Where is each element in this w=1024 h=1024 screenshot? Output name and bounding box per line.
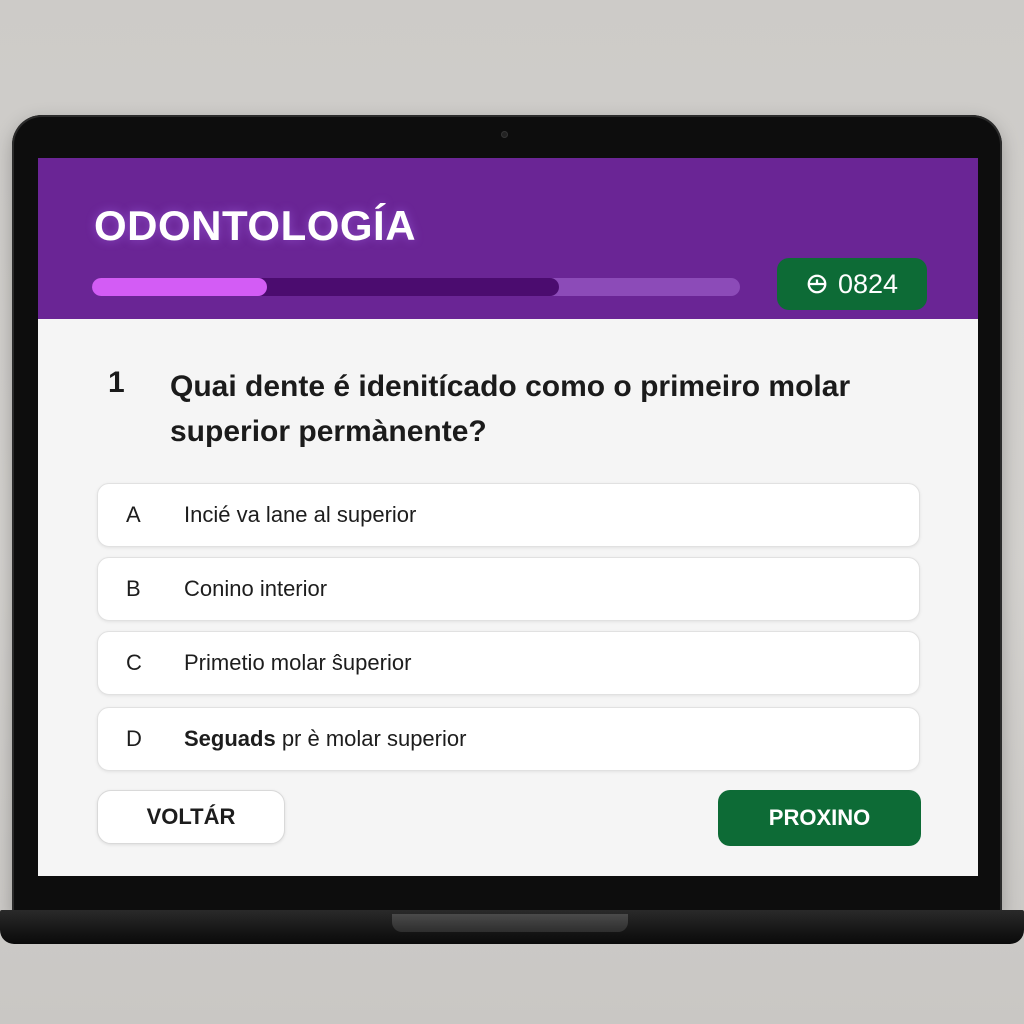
option-d[interactable]: D Seguads pr è molar superior bbox=[97, 707, 920, 771]
laptop-notch bbox=[392, 914, 628, 932]
option-label-bold: Seguads bbox=[184, 726, 276, 751]
option-label: Seguads pr è molar superior bbox=[184, 708, 466, 770]
app-title: ODONTOLOGÍA bbox=[94, 202, 417, 249]
option-letter: D bbox=[126, 726, 142, 751]
question-number: 1 bbox=[108, 366, 125, 399]
progress-fill bbox=[92, 278, 267, 296]
option-b[interactable]: B Conino interior bbox=[97, 557, 920, 621]
back-button[interactable]: VOLTÁR bbox=[97, 790, 285, 844]
progress-bar bbox=[92, 278, 740, 296]
webcam bbox=[501, 131, 508, 138]
timer-value: 0824 bbox=[837, 268, 899, 299]
timer-badge: 0824 bbox=[777, 258, 927, 310]
option-letter: B bbox=[126, 576, 141, 601]
question-text: Quai dente é idenitícado como o primeiro… bbox=[170, 370, 851, 448]
option-label: Incié va lane al superior bbox=[184, 502, 417, 527]
option-letter: A bbox=[126, 502, 141, 527]
option-a[interactable]: A Incié va lane al superior bbox=[97, 483, 920, 547]
timer-icon bbox=[807, 274, 827, 294]
next-button[interactable]: PROXINO bbox=[718, 790, 921, 846]
quiz-header: ODONTOLOGÍA 0824 bbox=[38, 158, 978, 319]
option-label: Conino interior bbox=[184, 576, 328, 601]
option-letter: C bbox=[126, 650, 142, 675]
quiz-screen: ODONTOLOGÍA 0824 1 Quai dente é idenitíc… bbox=[38, 158, 978, 876]
option-label: Primetio molar ŝuperior bbox=[184, 650, 412, 675]
option-c[interactable]: C Primetio molar ŝuperior bbox=[97, 631, 920, 695]
option-label-rest: pr è molar superior bbox=[275, 726, 467, 751]
